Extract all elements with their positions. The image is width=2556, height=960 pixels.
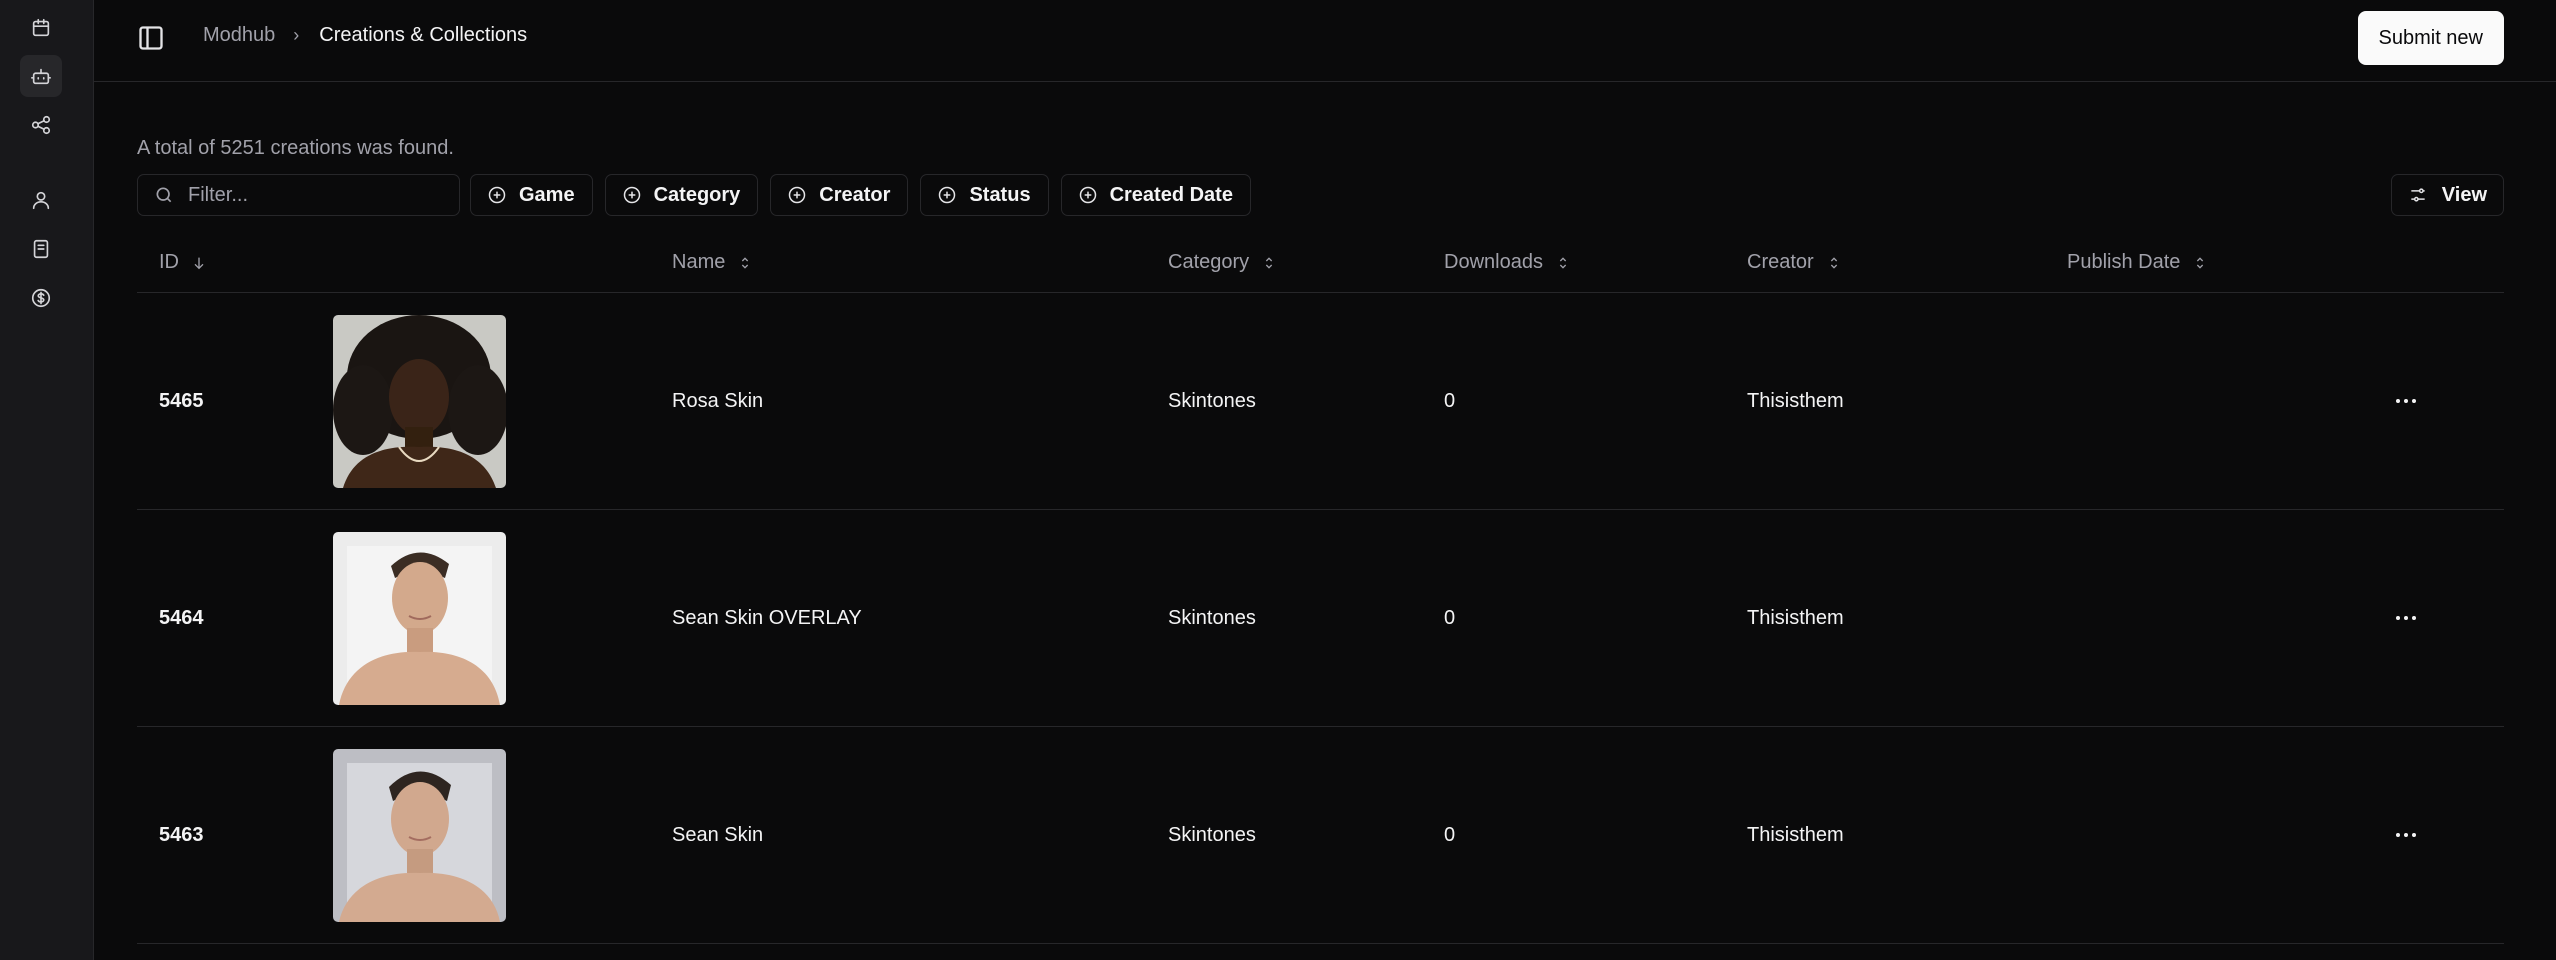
breadcrumb-root[interactable]: Modhub <box>203 24 275 47</box>
cell-creator: Thisisthem <box>1747 823 1844 846</box>
cell-category: Skintones <box>1168 389 1256 412</box>
filter-toolbar: Game Category Creator Status Created Dat… <box>137 174 2504 216</box>
icon-rail <box>0 0 94 960</box>
calendar-icon[interactable] <box>20 7 62 49</box>
cell-name: Rosa Skin <box>672 389 764 412</box>
sort-icon <box>1266 256 1273 269</box>
table-row[interactable]: 5463 Sean Skin Skintones 0 Thisisthem <box>137 727 2504 944</box>
chip-label: Status <box>969 183 1031 206</box>
table-row[interactable]: 5465 Rosa Skin Skintones 0 Thisisthem <box>137 293 2504 510</box>
cell-downloads: 0 <box>1444 823 1456 846</box>
user-icon[interactable] <box>20 179 62 221</box>
breadcrumb: Modhub › Creations & Collections <box>203 24 527 47</box>
filter-chip-creator[interactable]: Creator <box>770 174 909 216</box>
search-icon <box>156 187 172 203</box>
plus-circle-icon <box>789 186 806 204</box>
filter-chip-game[interactable]: Game <box>470 174 593 216</box>
chip-label: Creator <box>819 183 891 206</box>
sort-icon <box>742 256 749 269</box>
view-label: View <box>2441 183 2487 206</box>
filter-box <box>137 174 460 216</box>
filter-input[interactable] <box>188 183 428 207</box>
row-actions-icon[interactable] <box>2391 389 2421 413</box>
row-actions-icon[interactable] <box>2391 823 2421 847</box>
column-label: Publish Date <box>2067 251 2181 273</box>
row-actions-icon[interactable] <box>2391 606 2421 630</box>
cell-category: Skintones <box>1168 606 1256 629</box>
filter-chip-status[interactable]: Status <box>920 174 1049 216</box>
top-bar: Modhub › Creations & Collections Submit … <box>94 0 2556 82</box>
column-header-creator[interactable]: Creator <box>1747 232 1842 293</box>
chip-label: Game <box>519 183 575 206</box>
chevron-right-icon: › <box>293 25 300 45</box>
creation-thumbnail[interactable] <box>333 749 506 922</box>
creation-thumbnail[interactable] <box>333 315 506 488</box>
chip-label: Category <box>653 183 741 206</box>
cell-id: 5464 <box>159 606 204 629</box>
cell-category: Skintones <box>1168 823 1256 846</box>
sidebar-toggle-icon[interactable] <box>134 21 168 55</box>
column-header-downloads[interactable]: Downloads <box>1444 232 1571 293</box>
plus-circle-icon <box>1079 186 1096 204</box>
sort-icon <box>2197 256 2204 269</box>
notebook-icon[interactable] <box>20 228 62 270</box>
share-icon[interactable] <box>20 104 62 146</box>
table-row[interactable]: 5464 Sean Skin OVERLAY Skintones 0 Thisi… <box>137 510 2504 727</box>
creations-table: ID Name Category Downloads Creator Publi… <box>137 232 2504 944</box>
column-header-category[interactable]: Category <box>1168 232 1277 293</box>
column-header-publish-date[interactable]: Publish Date <box>2067 232 2208 293</box>
sort-icon <box>1559 256 1567 269</box>
cell-creator: Thisisthem <box>1747 389 1844 412</box>
cell-id: 5465 <box>159 389 204 412</box>
column-label: Downloads <box>1444 251 1543 273</box>
sliders-icon <box>2411 188 2425 202</box>
plus-circle-icon <box>488 186 506 204</box>
creation-thumbnail[interactable] <box>333 532 506 705</box>
submit-new-button[interactable]: Submit new <box>2357 11 2504 65</box>
cell-name: Sean Skin <box>672 823 764 846</box>
cell-id: 5463 <box>159 823 204 846</box>
column-header-name[interactable]: Name <box>672 232 753 293</box>
filter-chip-category[interactable]: Category <box>604 174 759 216</box>
cell-downloads: 0 <box>1444 606 1456 629</box>
results-summary: A total of 5251 creations was found. <box>137 137 454 159</box>
dollar-icon[interactable] <box>20 277 62 319</box>
column-label: Creator <box>1747 251 1814 273</box>
cell-downloads: 0 <box>1444 389 1456 412</box>
column-header-id[interactable]: ID <box>159 232 207 293</box>
breadcrumb-current: Creations & Collections <box>319 24 528 46</box>
column-label: ID <box>159 251 179 273</box>
chip-label: Created Date <box>1109 183 1233 206</box>
plus-circle-icon <box>623 186 640 204</box>
table-header: ID Name Category Downloads Creator Publi… <box>137 232 2504 293</box>
cell-name: Sean Skin OVERLAY <box>672 606 862 629</box>
view-options-button[interactable]: View <box>2390 174 2504 216</box>
bot-icon[interactable] <box>20 55 62 97</box>
arrow-down-icon <box>194 257 204 269</box>
sort-icon <box>1830 256 1837 269</box>
cell-creator: Thisisthem <box>1747 606 1844 629</box>
column-label: Category <box>1168 251 1250 273</box>
filter-chip-created-date[interactable]: Created Date <box>1060 174 1251 216</box>
column-label: Name <box>672 251 726 273</box>
plus-circle-icon <box>939 186 956 204</box>
